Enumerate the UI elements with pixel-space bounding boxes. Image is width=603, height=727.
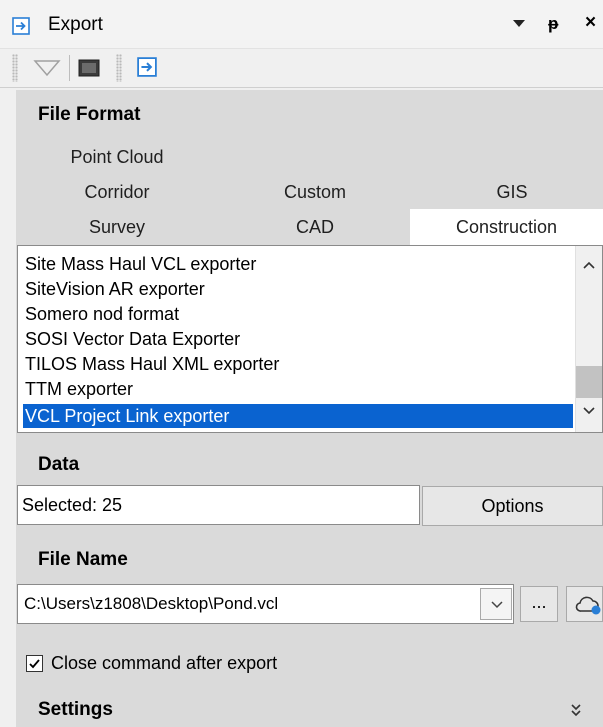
- close-after-export-checkbox[interactable]: [26, 655, 43, 672]
- list-item[interactable]: TTM exporter: [25, 377, 133, 401]
- chevron-down-icon: [491, 601, 503, 609]
- close-icon[interactable]: ×: [585, 12, 596, 34]
- tab-custom[interactable]: Custom: [225, 182, 405, 203]
- tab-point-cloud[interactable]: Point Cloud: [27, 147, 207, 168]
- dropdown-icon[interactable]: [513, 20, 525, 27]
- scroll-down-icon[interactable]: [582, 406, 596, 416]
- tab-construction[interactable]: Construction: [410, 209, 603, 245]
- list-item[interactable]: SOSI Vector Data Exporter: [25, 327, 240, 351]
- toolbar-grip[interactable]: [12, 54, 18, 82]
- tab-construction-label: Construction: [455, 217, 558, 237]
- filter-icon[interactable]: [33, 58, 61, 78]
- list-item[interactable]: Somero nod format: [25, 302, 179, 326]
- export-icon: [12, 17, 30, 35]
- file-format-title: File Format: [38, 104, 141, 125]
- scroll-up-icon[interactable]: [582, 260, 596, 270]
- expand-icon[interactable]: [569, 702, 583, 718]
- list-item-selected[interactable]: VCL Project Link exporter: [25, 404, 229, 428]
- scroll-thumb[interactable]: [576, 366, 602, 398]
- path-dropdown-button[interactable]: [480, 588, 512, 620]
- toolbar-separator: [69, 55, 70, 81]
- close-after-export-label[interactable]: Close command after export: [51, 653, 277, 674]
- browse-button[interactable]: ...: [520, 586, 558, 622]
- export-icon[interactable]: [137, 57, 157, 77]
- list-item[interactable]: Site Mass Haul VCL exporter: [25, 252, 256, 276]
- screen-icon[interactable]: [78, 59, 100, 77]
- cloud-browse-button[interactable]: [566, 586, 603, 622]
- options-button[interactable]: Options: [422, 486, 603, 526]
- toolbar-grip-2[interactable]: [116, 54, 122, 82]
- cloud-icon: [575, 596, 601, 615]
- file-name-title: File Name: [38, 549, 128, 570]
- tab-gis[interactable]: GIS: [422, 182, 602, 203]
- pin-icon[interactable]: ᵽ: [548, 14, 558, 34]
- list-item[interactable]: TILOS Mass Haul XML exporter: [25, 352, 279, 376]
- tab-survey[interactable]: Survey: [27, 217, 207, 238]
- settings-title[interactable]: Settings: [38, 699, 113, 721]
- data-title: Data: [38, 454, 80, 475]
- file-path-input[interactable]: C:\Users\z1808\Desktop\Pond.vcl: [17, 584, 514, 624]
- list-item[interactable]: SiteVision AR exporter: [25, 277, 205, 301]
- window-title: Export: [48, 14, 103, 35]
- tab-corridor[interactable]: Corridor: [27, 182, 207, 203]
- exporter-list[interactable]: Site Mass Haul VCL exporter SiteVision A…: [17, 245, 603, 433]
- checkmark-icon: [29, 659, 40, 669]
- tab-cad[interactable]: CAD: [225, 217, 405, 238]
- selected-count-field: Selected: 25: [17, 485, 420, 525]
- list-scrollbar[interactable]: [575, 246, 602, 432]
